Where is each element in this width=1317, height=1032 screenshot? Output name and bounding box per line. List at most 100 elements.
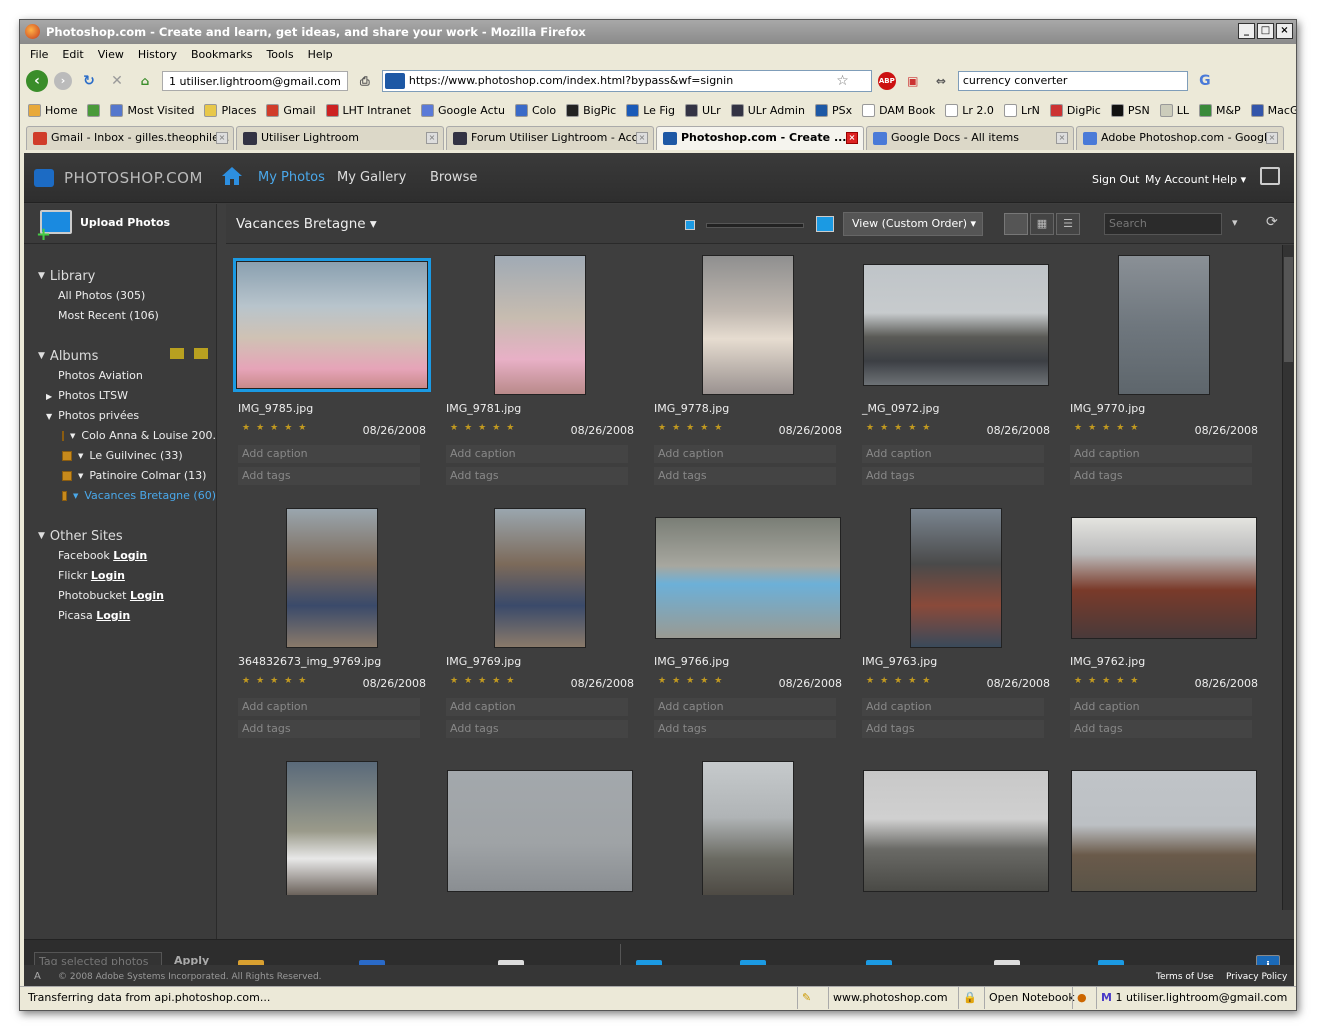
caption-field[interactable]: Add caption	[446, 698, 628, 716]
photobucket-login-link[interactable]: Login	[130, 589, 164, 602]
photo-cell[interactable]: IMG_9763.jpg ★★★★★ 08/26/2008 Add caption Ad…	[856, 508, 1056, 758]
help-menu[interactable]: Help ▾	[1212, 173, 1246, 186]
caption-field[interactable]: Add caption	[446, 445, 628, 463]
menu-help[interactable]: Help	[308, 48, 333, 66]
refresh-icon[interactable]: ⟳	[1266, 214, 1278, 230]
menu-edit[interactable]: Edit	[62, 48, 83, 66]
tags-field[interactable]: Add tags	[238, 467, 420, 485]
close-icon[interactable]: ×	[1266, 132, 1278, 144]
facebook-login-link[interactable]: Login	[113, 549, 147, 562]
bookmark-item[interactable]: Lr 2.0	[945, 103, 994, 117]
bookmark-star-icon[interactable]: ☆	[836, 71, 849, 91]
browser-tab[interactable]: Google Docs - All items ×	[866, 126, 1074, 150]
bookmark-item[interactable]: LrN	[1003, 103, 1040, 117]
tags-field[interactable]: Add tags	[862, 720, 1044, 738]
album-vacances-bretagne[interactable]: ▼ Vacances Bretagne (60)	[62, 486, 216, 506]
search-options-icon[interactable]: ▾	[1232, 216, 1238, 229]
star-rating[interactable]: ★★★★★	[866, 676, 936, 686]
album-photos-aviation[interactable]: Photos Aviation	[58, 366, 216, 386]
bookmark-item[interactable]: DigPic	[1049, 103, 1101, 117]
photo-cell[interactable]: IMG_9785.jpg ★★★★★ 08/26/2008 Add caption Ad…	[232, 255, 432, 505]
ff-menu-icon[interactable]: ⇔	[930, 70, 952, 92]
detail-view-icon[interactable]: ☰	[1056, 213, 1080, 235]
photo-thumbnail[interactable]	[1118, 255, 1210, 395]
bookmark-item[interactable]: Colo	[514, 103, 556, 117]
picasa-login-link[interactable]: Login	[96, 609, 130, 622]
albums-header[interactable]: ▼ Albums	[38, 346, 216, 366]
minimize-button[interactable]: _	[1238, 23, 1255, 39]
bookmark-item[interactable]: M&P	[1198, 103, 1241, 117]
nav-my-photos[interactable]: My Photos	[258, 170, 325, 185]
lock-icon[interactable]: 🔒	[958, 987, 981, 1009]
library-all-photos[interactable]: All Photos (305)	[58, 286, 216, 306]
tags-field[interactable]: Add tags	[446, 467, 628, 485]
browser-tab[interactable]: Forum Utiliser Lightroom - Acc... ×	[446, 126, 654, 150]
album-colo-anna[interactable]: ▼ Colo Anna & Louise 200...	[62, 426, 216, 446]
close-icon[interactable]: ×	[426, 132, 438, 144]
star-rating[interactable]: ★★★★★	[658, 423, 728, 433]
bookmark-item[interactable]	[87, 103, 101, 117]
reload-icon[interactable]: ↻	[78, 70, 100, 92]
menu-tools[interactable]: Tools	[266, 48, 293, 66]
photo-thumbnail[interactable]	[286, 508, 378, 648]
large-thumb-icon[interactable]	[816, 216, 834, 232]
url-bar[interactable]: https://www.photoshop.com/index.html?byp…	[381, 70, 872, 92]
grid-view-icon[interactable]: ▦	[1030, 213, 1054, 235]
note-icon[interactable]: ✎	[797, 987, 815, 1009]
caption-field[interactable]: Add caption	[238, 698, 420, 716]
google-search-icon[interactable]: G	[1194, 70, 1216, 92]
addon-icon[interactable]: ▣	[902, 70, 924, 92]
star-rating[interactable]: ★★★★★	[242, 676, 312, 686]
star-rating[interactable]: ★★★★★	[450, 423, 520, 433]
tags-field[interactable]: Add tags	[238, 720, 420, 738]
maximize-button[interactable]: □	[1257, 23, 1274, 39]
nav-my-gallery[interactable]: My Gallery	[337, 170, 406, 185]
small-thumb-icon[interactable]	[685, 220, 695, 230]
print-icon[interactable]: ⎙	[354, 70, 376, 92]
library-header[interactable]: ▼ Library	[38, 266, 216, 286]
caption-field[interactable]: Add caption	[862, 445, 1044, 463]
back-arrow-icon[interactable]: ‹	[26, 70, 48, 92]
photo-cell[interactable]: IMG_9778.jpg ★★★★★ 08/26/2008 Add caption Ad…	[648, 255, 848, 505]
browser-tab[interactable]: Photoshop.com - Create ... ×	[656, 126, 864, 150]
photo-thumbnail[interactable]	[494, 255, 586, 395]
star-rating[interactable]: ★★★★★	[866, 423, 936, 433]
star-rating[interactable]: ★★★★★	[1074, 423, 1144, 433]
photo-thumbnail[interactable]	[702, 255, 794, 395]
menu-bookmarks[interactable]: Bookmarks	[191, 48, 252, 66]
fullscreen-icon[interactable]	[1260, 167, 1280, 185]
bookmark-item[interactable]: MacG	[1250, 103, 1296, 117]
photo-cell[interactable]	[856, 761, 1056, 895]
bookmark-item[interactable]: PSx	[814, 103, 852, 117]
other-sites-header[interactable]: ▼ Other Sites	[38, 526, 216, 546]
close-button[interactable]: ×	[1276, 23, 1293, 39]
photo-thumbnail[interactable]	[233, 258, 431, 392]
flickr-login-link[interactable]: Login	[91, 569, 125, 582]
search-input[interactable]: currency converter	[957, 71, 1188, 91]
sign-out-link[interactable]: Sign Out	[1092, 173, 1139, 186]
scrollbar-thumb[interactable]	[1284, 257, 1293, 362]
new-folder-icon[interactable]	[170, 348, 184, 359]
caption-field[interactable]: Add caption	[862, 698, 1044, 716]
album-le-guilvinec[interactable]: ▼ Le Guilvinec (33)	[62, 446, 216, 466]
photo-cell[interactable]: IMG_9762.jpg ★★★★★ 08/26/2008 Add caption Ad…	[1064, 508, 1264, 758]
menu-view[interactable]: View	[98, 48, 124, 66]
photo-thumbnail[interactable]	[863, 770, 1049, 892]
adblock-icon[interactable]: ABP	[877, 72, 896, 90]
browser-tab[interactable]: Adobe Photoshop.com - Googl... ×	[1076, 126, 1284, 150]
caption-field[interactable]: Add caption	[238, 445, 420, 463]
photo-cell[interactable]: _MG_0972.jpg ★★★★★ 08/26/2008 Add caption Ad…	[856, 255, 1056, 505]
album-title-dropdown[interactable]: Vacances Bretagne ▾	[236, 216, 377, 232]
privacy-link[interactable]: Privacy Policy	[1226, 965, 1287, 988]
close-icon[interactable]: ×	[636, 132, 648, 144]
caption-field[interactable]: Add caption	[1070, 445, 1252, 463]
photo-cell[interactable]	[1064, 761, 1264, 895]
photo-cell[interactable]: IMG_9770.jpg ★★★★★ 08/26/2008 Add caption Ad…	[1064, 255, 1264, 505]
my-account-link[interactable]: My Account	[1145, 173, 1209, 186]
star-rating[interactable]: ★★★★★	[658, 676, 728, 686]
browser-tab[interactable]: Gmail - Inbox - gilles.theophile... ×	[26, 126, 234, 150]
caption-field[interactable]: Add caption	[1070, 698, 1252, 716]
terms-link[interactable]: Terms of Use	[1156, 965, 1214, 988]
album-photos-ltsw[interactable]: ▶ Photos LTSW	[46, 386, 216, 406]
upload-photos-button[interactable]: + Upload Photos	[24, 204, 216, 245]
